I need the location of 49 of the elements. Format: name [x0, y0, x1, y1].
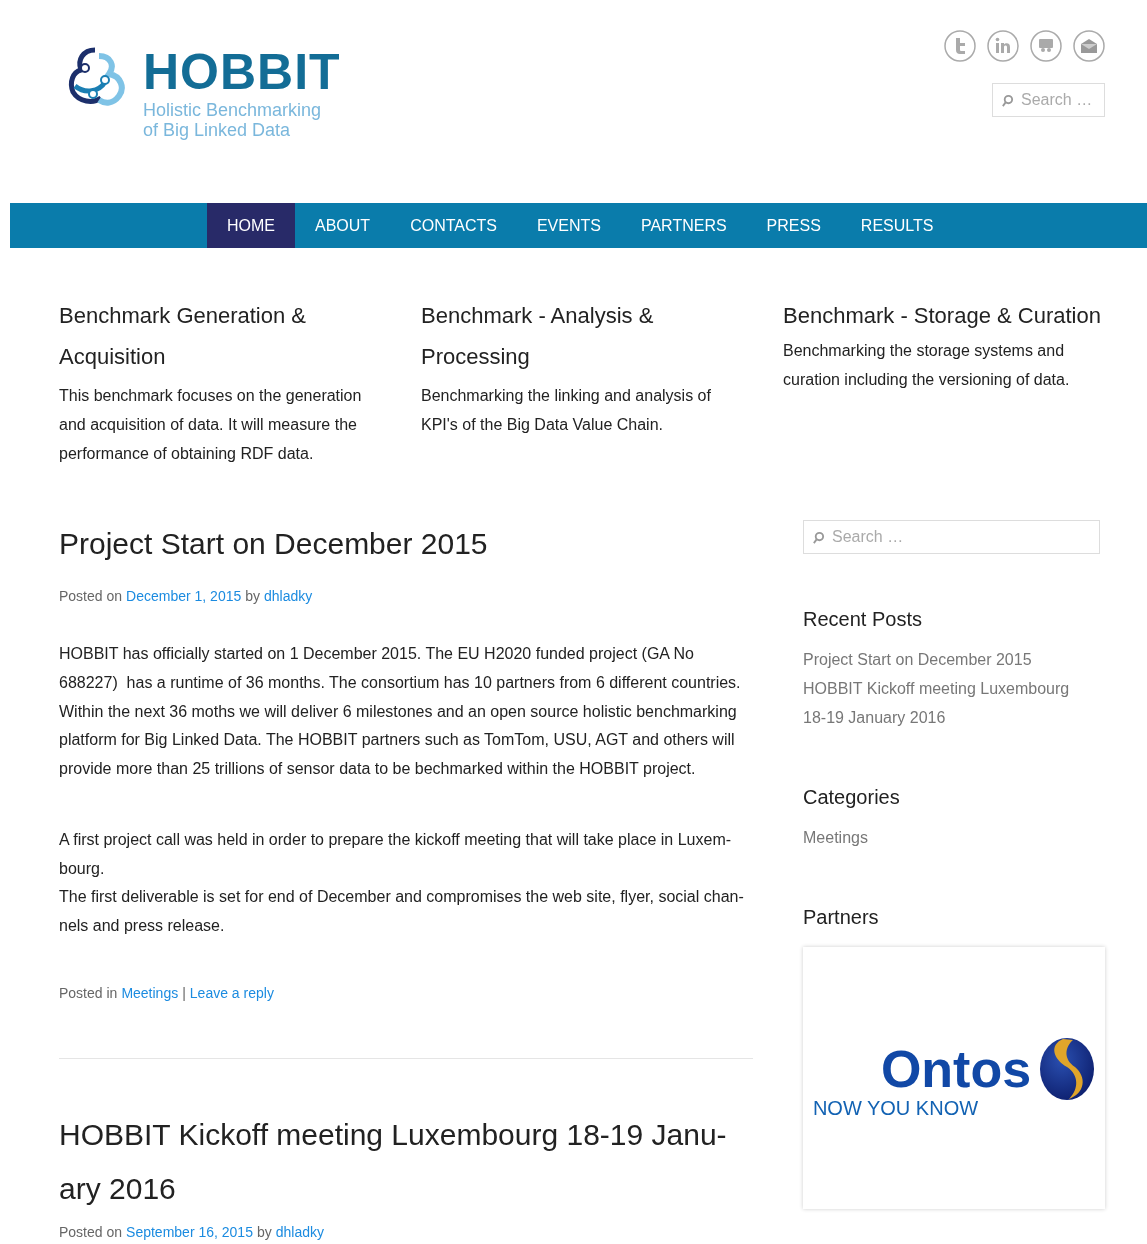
search-field[interactable]: Search … [803, 520, 1100, 554]
feature-text: This benchmark focuses on the generation and acquisition of data. It will measure the performance of obtaining RDF data. [59, 386, 363, 464]
meta-label: by [256, 1223, 272, 1240]
recent-post-link[interactable]: HOBBIT Kickoff meeting Luxembourg 18-19 January 2016 [803, 674, 1078, 732]
twitter-icon[interactable] [944, 30, 976, 62]
nav-tab[interactable]: HOME [207, 203, 295, 248]
search-field[interactable]: Search … [992, 83, 1105, 117]
linkedin-icon[interactable] [987, 30, 1019, 62]
meta-label: Posted on [59, 1223, 123, 1240]
recent-post-link[interactable]: Project Start on December 2015 [803, 645, 1032, 674]
widget-title: Categories [803, 786, 900, 809]
site-tagline: Holistic Benchmarking of Big Linked Data [143, 100, 323, 140]
post-title[interactable]: HOBBIT Kickoff meeting Luxembourg 18-19 Janu- ary 2016 [59, 1107, 753, 1216]
widget-title: Recent Posts [803, 608, 922, 631]
author-link[interactable]: dhladky [275, 1223, 324, 1240]
feature-text: Benchmarking the storage systems and curation including the versioning of data. [783, 341, 1071, 390]
nav-tab[interactable]: CONTACTS [390, 203, 517, 248]
feature-title[interactable]: Benchmark - Storage & Curation [783, 295, 1123, 336]
author-link[interactable]: dhladky [264, 588, 313, 604]
search-icon [812, 531, 825, 544]
date-link[interactable]: December 1, 2015 [126, 588, 242, 604]
mail-icon[interactable] [1073, 30, 1105, 62]
feature-title[interactable]: Benchmark - Analysis & Processing [421, 295, 783, 377]
meta-label: by [245, 588, 261, 604]
post-paragraph: A first project call was held in order to prepare the kickoff meeting that will take place in Luxem- bourg. The first deliverable is set for end of December and compromises the web site, flyer, social chan- nels and press release. [59, 829, 745, 936]
partner-card[interactable]: Ontos NOW YOU KNOW [803, 947, 1105, 1209]
date-link[interactable]: September 16, 2015 [126, 1223, 253, 1240]
sphere-icon [1039, 1036, 1096, 1101]
post-title[interactable]: Project Start on December 2015 [59, 517, 753, 571]
nav-tab[interactable]: PARTNERS [620, 203, 747, 248]
nav-tab[interactable]: EVENTS [516, 203, 621, 248]
partner-name: Ontos [880, 1038, 1032, 1099]
category-link[interactable]: Meetings [121, 984, 179, 1001]
widget-title: Partners [803, 906, 879, 929]
feature-title[interactable]: Benchmark Generation & Acquisition [59, 295, 421, 377]
site-logo-title[interactable]: HOBBIT [143, 46, 341, 98]
category-link[interactable]: Meetings [803, 823, 868, 852]
nav-tab[interactable]: PRESS [746, 203, 841, 248]
meta-label: Posted on [59, 588, 123, 604]
reply-link[interactable]: Leave a reply [189, 984, 274, 1001]
search-icon [1001, 94, 1014, 107]
partner-slogan: NOW YOU KNOW [812, 1096, 979, 1120]
nav-tab[interactable]: RESULTS [840, 203, 954, 248]
meta-separator: | [182, 984, 186, 1001]
slideshare-icon[interactable] [1030, 30, 1062, 62]
meta-label: Posted in [59, 984, 118, 1001]
feature-text: Benchmarking the linking and analysis of KPI's of the Big Data Value Chain. [421, 386, 712, 435]
nav-tab[interactable]: ABOUT [295, 203, 391, 248]
post-paragraph: HOBBIT has officially started on 1 December 2015. The EU H2020 funded project (GA No 688227) has a runtime of 36 months. The consortium has 10 partners from 6 different countries. Within the next 36 moths we will deliver 6 milestones and an open source holistic benchmarking platform for Big Linked Data. The HOBBIT partners such as TomTom, USU, AGT and others will provide more than 25 trillions of sensor data to be bechmarked within the HOBBIT project. [59, 644, 742, 779]
